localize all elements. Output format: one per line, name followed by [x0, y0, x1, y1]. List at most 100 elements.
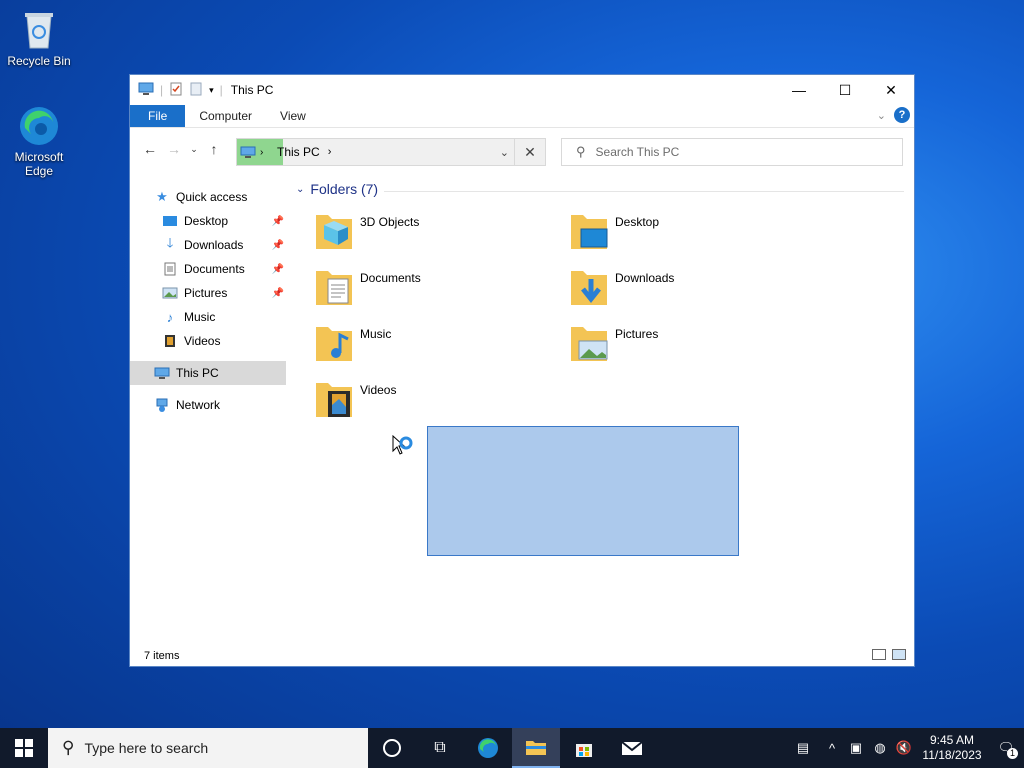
- videos-folder-icon: [314, 377, 354, 419]
- address-path[interactable]: This PC: [277, 145, 320, 159]
- nav-item-videos[interactable]: Videos: [130, 329, 288, 353]
- news-widget-icon[interactable]: ▤: [786, 740, 820, 756]
- nav-item-documents[interactable]: Documents 📌: [130, 257, 288, 281]
- properties-icon[interactable]: [169, 82, 183, 99]
- large-icons-view-icon[interactable]: [892, 649, 906, 660]
- network-globe-icon[interactable]: ◍: [868, 740, 892, 756]
- busy-cursor-icon: [392, 434, 416, 462]
- search-placeholder: Search This PC: [595, 145, 680, 159]
- task-view-button[interactable]: ⧉: [416, 728, 464, 768]
- notification-center-icon[interactable]: 🗨 1: [988, 740, 1024, 759]
- taskbar-search-placeholder: Type here to search: [84, 740, 209, 756]
- divider: |: [160, 83, 164, 97]
- folder-item-desktop[interactable]: Desktop: [569, 209, 809, 257]
- network-icon: [154, 398, 170, 412]
- recycle-bin-icon: [17, 8, 61, 52]
- nav-item-network[interactable]: Network: [130, 393, 288, 417]
- start-button[interactable]: [0, 728, 48, 768]
- folder-item-music[interactable]: Music: [314, 321, 554, 369]
- notification-count-badge: 1: [1007, 748, 1018, 759]
- quick-access-toolbar: | ▾ |: [130, 82, 223, 99]
- desktop-icon-label: Recycle Bin: [7, 54, 71, 68]
- taskbar-search-box[interactable]: ⚲ Type here to search: [48, 728, 368, 768]
- help-icon[interactable]: ?: [894, 107, 910, 123]
- clear-address-icon[interactable]: ✕: [514, 139, 545, 165]
- tab-computer[interactable]: Computer: [185, 105, 266, 127]
- taskbar: ⚲ Type here to search ⧉ ▤ ^ ▣ ◍ 🔇 9:45 A…: [0, 728, 1024, 768]
- cortana-circle-icon: [383, 739, 401, 757]
- tab-view[interactable]: View: [266, 105, 320, 127]
- details-view-icon[interactable]: [872, 649, 886, 660]
- close-button[interactable]: ✕: [868, 75, 914, 105]
- cortana-button[interactable]: [368, 728, 416, 768]
- taskbar-mail[interactable]: [608, 728, 656, 768]
- nav-item-music[interactable]: ♪ Music: [130, 305, 288, 329]
- content-pane: ⌄ Folders (7) 3D Objects Desktop Documen…: [294, 179, 914, 629]
- 3d-objects-folder-icon: [314, 209, 354, 251]
- mail-icon: [621, 741, 643, 755]
- file-explorer-icon: [526, 741, 546, 755]
- expand-ribbon-icon[interactable]: ⌄: [877, 109, 886, 122]
- nav-quick-access[interactable]: ★ Quick access: [130, 185, 288, 209]
- title-bar[interactable]: | ▾ | This PC — ☐ ✕: [130, 75, 914, 105]
- customize-qat-icon[interactable]: ▾: [209, 85, 214, 96]
- documents-icon: [162, 262, 178, 276]
- search-box[interactable]: ⚲ Search This PC: [561, 138, 903, 166]
- file-explorer-window: | ▾ | This PC — ☐ ✕ File Computer View ⌄…: [129, 74, 915, 667]
- minimize-button[interactable]: —: [776, 75, 822, 105]
- address-bar[interactable]: › This PC › ⌄ ✕: [236, 138, 546, 166]
- nav-item-desktop[interactable]: Desktop 📌: [130, 209, 288, 233]
- navigation-pane: ★ Quick access Desktop 📌 🡓 Downloads 📌 D…: [130, 185, 288, 635]
- ribbon-tabs: File Computer View ⌄ ?: [130, 105, 914, 128]
- nav-item-downloads[interactable]: 🡓 Downloads 📌: [130, 233, 288, 257]
- maximize-button[interactable]: ☐: [822, 75, 868, 105]
- volume-muted-icon[interactable]: 🔇: [892, 740, 916, 756]
- taskbar-edge[interactable]: [464, 728, 512, 768]
- taskbar-file-explorer[interactable]: [512, 728, 560, 768]
- folder-item-pictures[interactable]: Pictures: [569, 321, 809, 369]
- up-arrow-icon[interactable]: ↑: [202, 141, 226, 157]
- clock-date: 11/18/2023: [922, 748, 982, 762]
- computer-icon: [240, 146, 256, 158]
- clock[interactable]: 9:45 AM 11/18/2023: [916, 733, 988, 763]
- nav-item-this-pc[interactable]: This PC: [130, 361, 286, 385]
- search-icon: ⚲: [576, 144, 586, 159]
- system-tray: ▤ ^ ▣ ◍ 🔇 9:45 AM 11/18/2023 🗨 1: [786, 728, 1024, 768]
- folder-item-downloads[interactable]: Downloads: [569, 265, 809, 313]
- folder-item-documents[interactable]: Documents: [314, 265, 554, 313]
- edge-icon: [17, 104, 61, 148]
- taskbar-store[interactable]: [560, 728, 608, 768]
- folders-group-header[interactable]: ⌄ Folders (7): [296, 181, 378, 197]
- store-icon: [576, 744, 592, 757]
- address-separator[interactable]: ›: [328, 146, 332, 158]
- back-arrow-icon[interactable]: ←: [138, 141, 162, 157]
- nav-item-pictures[interactable]: Pictures 📌: [130, 281, 288, 305]
- pin-icon: 📌: [271, 287, 284, 299]
- music-folder-icon: [314, 321, 354, 363]
- group-divider: [384, 191, 904, 192]
- folder-item-3d-objects[interactable]: 3D Objects: [314, 209, 554, 257]
- forward-arrow-icon[interactable]: →: [162, 141, 186, 157]
- recent-locations-icon[interactable]: ⌄: [186, 144, 202, 155]
- desktop-folder-icon: [569, 209, 609, 251]
- folder-item-videos[interactable]: Videos: [314, 377, 554, 425]
- divider: |: [219, 83, 223, 97]
- meet-now-icon[interactable]: ▣: [844, 740, 868, 756]
- downloads-icon: 🡓: [166, 235, 174, 250]
- desktop-icon-recycle-bin[interactable]: Recycle Bin: [3, 8, 75, 68]
- address-dropdown-icon[interactable]: ⌄: [500, 146, 509, 159]
- pin-icon: 📌: [271, 215, 284, 227]
- documents-folder-icon: [314, 265, 354, 307]
- tab-file[interactable]: File: [130, 105, 186, 127]
- videos-icon: [162, 334, 178, 348]
- pictures-icon: [162, 286, 178, 300]
- show-hidden-icons-chevron-icon[interactable]: ^: [820, 741, 844, 756]
- selection-rectangle: [427, 426, 739, 556]
- computer-icon: [138, 82, 154, 99]
- collapse-chevron-icon: ⌄: [296, 183, 305, 195]
- new-folder-icon[interactable]: [189, 82, 203, 99]
- desktop-icon-edge[interactable]: Microsoft Edge: [3, 104, 75, 178]
- search-icon: ⚲: [62, 738, 75, 757]
